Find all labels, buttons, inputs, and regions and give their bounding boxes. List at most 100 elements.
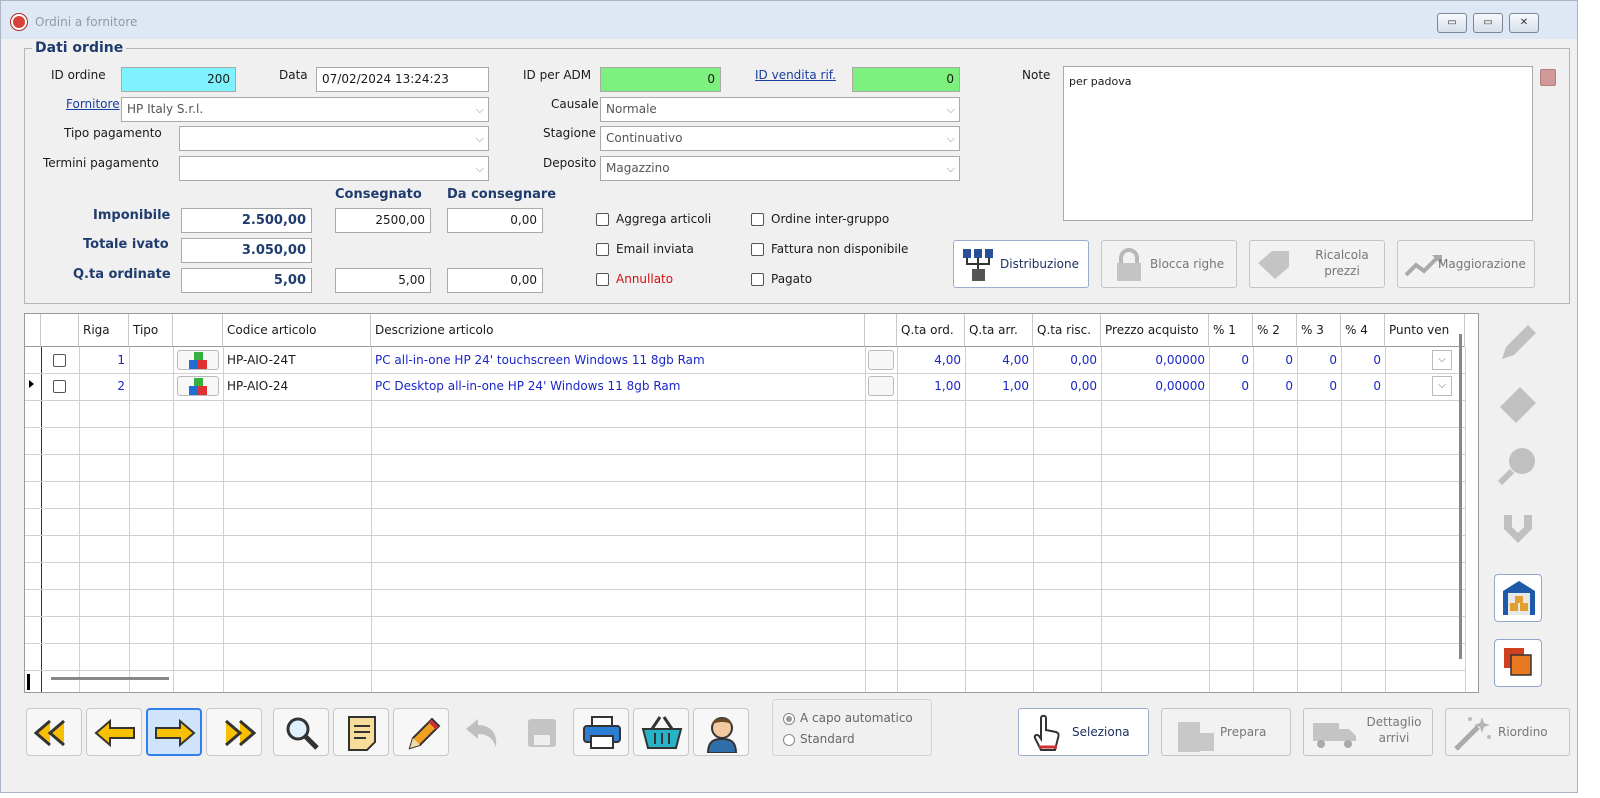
col-p4[interactable]: % 4 — [1341, 314, 1385, 347]
termini-pagamento-combo[interactable] — [179, 156, 489, 181]
id-adm-field[interactable]: 0 — [600, 67, 721, 92]
fornitore-combo[interactable]: HP Italy S.r.l. — [121, 97, 489, 122]
col-note[interactable] — [865, 314, 897, 347]
col-descrizione-articolo[interactable]: Descrizione articolo — [371, 314, 865, 347]
col-tipo[interactable]: Tipo — [129, 314, 173, 347]
consegnato-field[interactable]: 2500,00 — [335, 208, 431, 233]
qta-da-consegnare-field[interactable]: 0,00 — [447, 268, 543, 293]
data-field[interactable]: 07/02/2024 13:24:23 — [316, 67, 489, 92]
wrap-auto-radio[interactable] — [783, 713, 795, 725]
da-consegnare-field[interactable]: 0,00 — [447, 208, 543, 233]
ricalcola-prezzi-button[interactable]: Ricalcola prezzi — [1249, 240, 1385, 288]
order-lines-grid[interactable]: Riga Tipo Codice articolo Descrizione ar… — [24, 313, 1479, 693]
row-2-qta-risc: 0,00 — [1070, 379, 1097, 393]
prepara-button[interactable]: Prepara — [1161, 708, 1291, 756]
row-2-p1: 0 — [1241, 379, 1249, 393]
notepad-icon — [348, 716, 376, 751]
totale-ivato-field[interactable]: 3.050,00 — [181, 238, 312, 263]
search-button[interactable] — [273, 708, 329, 756]
undo-button[interactable] — [453, 708, 509, 756]
save-button[interactable] — [513, 708, 569, 756]
fornitore-link[interactable]: Fornitore — [66, 97, 120, 111]
row-1-note-button[interactable] — [868, 350, 894, 370]
row-1-qta-ord: 4,00 — [934, 353, 961, 367]
col-prezzo-acquisto[interactable]: Prezzo acquisto — [1101, 314, 1209, 347]
warehouse-button[interactable] — [1494, 574, 1542, 622]
imponibile-field[interactable]: 2.500,00 — [181, 208, 312, 233]
basket-icon — [641, 716, 683, 749]
col-p3[interactable]: % 3 — [1297, 314, 1341, 347]
edit-row-button[interactable] — [1494, 319, 1542, 367]
grid-horizontal-scrollbar[interactable] — [51, 677, 169, 680]
row-2-checkbox[interactable] — [53, 380, 66, 393]
email-label: Email inviata — [616, 242, 694, 256]
search-icon — [286, 717, 319, 750]
col-codice-articolo[interactable]: Codice articolo — [223, 314, 371, 347]
first-record-button[interactable] — [26, 708, 82, 756]
merge-rows-button[interactable] — [1494, 507, 1542, 555]
print-button[interactable] — [573, 708, 629, 756]
note-color-button[interactable] — [1540, 69, 1556, 86]
col-punto-vendita[interactable]: Punto ven — [1385, 314, 1465, 347]
col-qta-ord[interactable]: Q.ta ord. — [897, 314, 965, 347]
seleziona-button[interactable]: Seleziona — [1018, 708, 1149, 756]
search-row-button[interactable] — [1494, 443, 1542, 491]
row-1-checkbox[interactable] — [53, 354, 66, 367]
notes-button[interactable] — [333, 708, 389, 756]
erase-row-button[interactable] — [1494, 381, 1542, 429]
note-textarea[interactable]: per padova — [1063, 66, 1533, 221]
deposito-combo[interactable]: Magazzino — [600, 156, 960, 181]
row-1-punto-vendita-dropdown[interactable]: ⌵ — [1432, 350, 1452, 370]
lock-icon — [1117, 248, 1141, 281]
row-2-note-button[interactable] — [868, 376, 894, 396]
causale-combo[interactable]: Normale — [600, 97, 960, 122]
col-qta-arr[interactable]: Q.ta arr. — [965, 314, 1033, 347]
row-2-qta-ord: 1,00 — [934, 379, 961, 393]
wrap-mode-group — [772, 699, 932, 756]
maggiorazione-button[interactable]: Maggiorazione — [1397, 240, 1535, 288]
eraser-icon — [1500, 387, 1536, 423]
pagato-label: Pagato — [771, 272, 813, 286]
col-qta-risc[interactable]: Q.ta risc. — [1033, 314, 1101, 347]
magnifier-icon — [1497, 448, 1535, 486]
row-2-type-button[interactable] — [177, 376, 219, 396]
col-type-icon[interactable] — [173, 314, 223, 347]
qta-consegnato-field[interactable]: 5,00 — [335, 268, 431, 293]
email-checkbox[interactable] — [596, 243, 609, 256]
id-vendita-field[interactable]: 0 — [852, 67, 960, 92]
id-ordine-field[interactable]: 200 — [121, 67, 236, 92]
riordino-button[interactable]: Riordino — [1445, 708, 1570, 756]
row-2-punto-vendita-dropdown[interactable]: ⌵ — [1432, 376, 1452, 396]
row-1-type-button[interactable] — [177, 350, 219, 370]
user-button[interactable] — [693, 708, 749, 756]
maximize-button[interactable]: ▭ — [1473, 13, 1503, 33]
tipo-pagamento-combo[interactable] — [179, 126, 489, 151]
dettaglio-arrivi-button[interactable]: Dettaglio arrivi — [1303, 708, 1433, 756]
fattura-checkbox[interactable] — [751, 243, 764, 256]
minimize-button[interactable]: ▭ — [1437, 13, 1467, 33]
aggrega-checkbox[interactable] — [596, 213, 609, 226]
copy-order-button[interactable] — [1494, 639, 1542, 687]
id-vendita-link[interactable]: ID vendita rif. — [755, 68, 836, 82]
qta-ordinate-field[interactable]: 5,00 — [181, 268, 312, 293]
col-p2[interactable]: % 2 — [1253, 314, 1297, 347]
prev-record-button[interactable] — [86, 708, 142, 756]
close-button[interactable]: ✕ — [1509, 13, 1539, 33]
col-riga[interactable]: Riga — [79, 314, 129, 347]
distribuzione-button[interactable]: Distribuzione — [953, 240, 1089, 288]
inter-gruppo-checkbox[interactable] — [751, 213, 764, 226]
pagato-checkbox[interactable] — [751, 273, 764, 286]
last-record-button[interactable] — [206, 708, 262, 756]
warehouse-icon — [1503, 581, 1535, 615]
basket-button[interactable] — [633, 708, 689, 756]
article-blocks-icon — [189, 378, 207, 395]
edit-button[interactable] — [393, 708, 449, 756]
row-2-codice: HP-AIO-24 — [227, 379, 289, 393]
col-p1[interactable]: % 1 — [1209, 314, 1253, 347]
grid-vertical-scrollbar[interactable] — [1459, 334, 1462, 659]
next-record-button[interactable] — [146, 708, 202, 756]
stagione-combo[interactable]: Continuativo — [600, 126, 960, 151]
blocca-righe-button[interactable]: Blocca righe — [1101, 240, 1237, 288]
annullato-checkbox[interactable] — [596, 273, 609, 286]
wrap-standard-radio[interactable] — [783, 734, 795, 746]
